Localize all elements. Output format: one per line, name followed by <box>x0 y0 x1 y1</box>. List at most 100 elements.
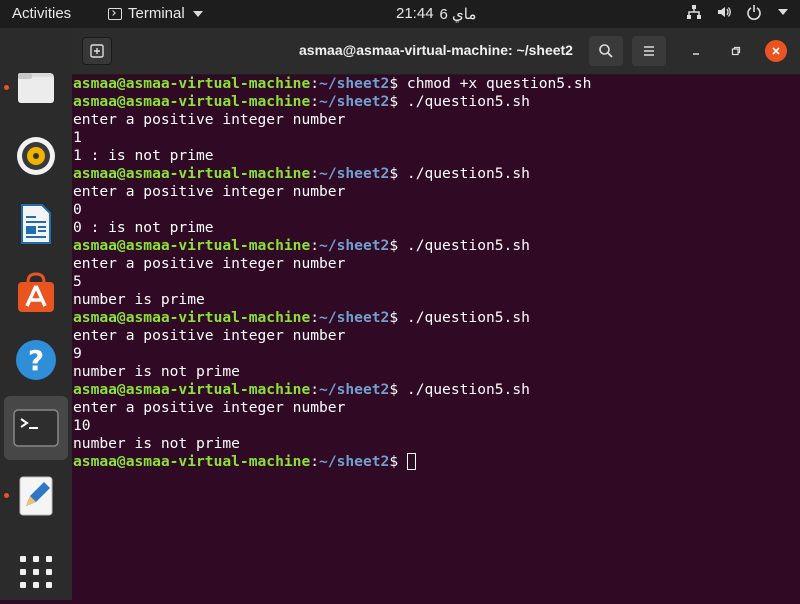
chevron-down-icon <box>192 10 203 17</box>
prompt-colon: : <box>310 237 320 254</box>
restore-icon <box>731 46 741 56</box>
output-text: enter a positive integer number <box>73 183 346 200</box>
hamburger-icon <box>644 46 654 56</box>
output-text: 0 <box>73 201 82 218</box>
dock-text-editor[interactable] <box>4 464 68 528</box>
minimize-button[interactable] <box>685 40 707 62</box>
prompt-path: ~/sheet2 <box>319 381 390 398</box>
close-button[interactable] <box>765 40 787 62</box>
volume-icon[interactable] <box>716 4 732 20</box>
prompt-path: ~/sheet2 <box>319 93 390 110</box>
network-icon[interactable] <box>686 4 702 20</box>
files-icon <box>18 73 54 103</box>
prompt-line: asmaa@asmaa-virtual-machine:~/sheet2$ ./… <box>73 165 791 183</box>
output-line: 5 <box>73 273 791 291</box>
software-store-icon <box>18 272 54 312</box>
terminal-output[interactable]: asmaa@asmaa-virtual-machine:~/sheet2$ ch… <box>73 75 791 595</box>
output-text: enter a positive integer number <box>73 327 346 344</box>
output-text: enter a positive integer number <box>73 399 346 416</box>
menu-button[interactable] <box>632 36 666 66</box>
prompt-user-host: asmaa@asmaa-virtual-machine <box>73 309 311 326</box>
prompt-colon: : <box>310 93 320 110</box>
output-text: 1 <box>73 129 82 146</box>
dock-terminal[interactable] <box>4 396 68 460</box>
output-line: 0 : is not prime <box>73 219 791 237</box>
output-line: enter a positive integer number <box>73 183 791 201</box>
command-text: ./question5.sh <box>406 165 530 182</box>
output-text: 5 <box>73 273 82 290</box>
dock-rhythmbox[interactable] <box>4 124 68 188</box>
terminal-app-icon <box>13 409 59 447</box>
output-line: 9 <box>73 345 791 363</box>
dock-help[interactable]: ? <box>4 328 68 392</box>
prompt-user-host: asmaa@asmaa-virtual-machine <box>73 237 311 254</box>
minimize-icon <box>693 53 699 55</box>
command-text: ./question5.sh <box>406 309 530 326</box>
output-text: number is prime <box>73 291 205 308</box>
dock-libreoffice-writer[interactable] <box>4 192 68 256</box>
command-text: chmod +x question5.sh <box>406 75 592 92</box>
output-text: number is not prime <box>73 435 240 452</box>
dock-files[interactable] <box>4 55 68 119</box>
prompt-path: ~/sheet2 <box>319 309 390 326</box>
search-button[interactable] <box>589 36 623 66</box>
prompt-line: asmaa@asmaa-virtual-machine:~/sheet2$ ch… <box>73 75 791 93</box>
help-icon: ? <box>16 340 56 380</box>
output-text: enter a positive integer number <box>73 111 346 128</box>
activities-button[interactable]: Activities <box>12 5 71 22</box>
rhythmbox-icon <box>17 137 55 175</box>
output-line: number is not prime <box>73 363 791 381</box>
prompt-colon: : <box>310 309 320 326</box>
output-text: enter a positive integer number <box>73 255 346 272</box>
dock: ? <box>0 28 72 600</box>
show-applications-button[interactable] <box>4 540 68 604</box>
prompt-symbol: $ <box>389 381 407 398</box>
output-line: 1 <box>73 129 791 147</box>
prompt-symbol: $ <box>389 75 407 92</box>
output-line: 1 : is not prime <box>73 147 791 165</box>
prompt-colon: : <box>310 453 320 470</box>
command-text: ./question5.sh <box>406 381 530 398</box>
close-icon <box>772 47 780 55</box>
maximize-button[interactable] <box>725 40 747 62</box>
prompt-user-host: asmaa@asmaa-virtual-machine <box>73 93 311 110</box>
prompt-symbol: $ <box>389 93 407 110</box>
prompt-line: asmaa@asmaa-virtual-machine:~/sheet2$ ./… <box>73 237 791 255</box>
output-line: 10 <box>73 417 791 435</box>
app-menu-label: Terminal <box>128 5 185 22</box>
output-line: enter a positive integer number <box>73 111 791 129</box>
prompt-colon: : <box>310 75 320 92</box>
prompt-user-host: asmaa@asmaa-virtual-machine <box>73 165 311 182</box>
header-bar[interactable]: asmaa@asmaa-virtual-machine: ~/sheet2 <box>72 28 800 75</box>
prompt-path: ~/sheet2 <box>319 237 390 254</box>
output-line: 0 <box>73 201 791 219</box>
command-text: ./question5.sh <box>406 237 530 254</box>
text-cursor <box>406 453 416 470</box>
app-grid-icon <box>20 556 52 588</box>
text-editor-icon <box>19 476 53 516</box>
prompt-line: asmaa@asmaa-virtual-machine:~/sheet2$ ./… <box>73 309 791 327</box>
prompt-path: ~/sheet2 <box>319 165 390 182</box>
new-tab-icon <box>90 44 104 58</box>
output-line: number is prime <box>73 291 791 309</box>
output-text: 1 : is not prime <box>73 147 214 164</box>
system-menu-chevron-icon[interactable] <box>778 9 788 15</box>
prompt-line: asmaa@asmaa-virtual-machine:~/sheet2$ <box>73 453 791 471</box>
new-tab-button[interactable] <box>82 37 112 65</box>
clock[interactable]: 21:44 ماي 6 <box>396 5 476 23</box>
search-icon <box>599 44 613 58</box>
terminal-window: asmaa@asmaa-virtual-machine: ~/sheet2 as… <box>72 28 800 600</box>
command-text: ./question5.sh <box>406 93 530 110</box>
output-line: number is not prime <box>73 435 791 453</box>
output-text: 0 : is not prime <box>73 219 214 236</box>
svg-text:?: ? <box>28 344 44 377</box>
power-icon[interactable] <box>746 4 762 20</box>
output-line: enter a positive integer number <box>73 399 791 417</box>
prompt-colon: : <box>310 381 320 398</box>
clock-day: ماي 6 <box>439 6 477 23</box>
output-line: enter a positive integer number <box>73 255 791 273</box>
app-menu[interactable]: Terminal <box>108 5 203 22</box>
prompt-symbol: $ <box>389 453 407 470</box>
system-tray[interactable] <box>686 4 788 20</box>
dock-ubuntu-software[interactable] <box>4 260 68 324</box>
